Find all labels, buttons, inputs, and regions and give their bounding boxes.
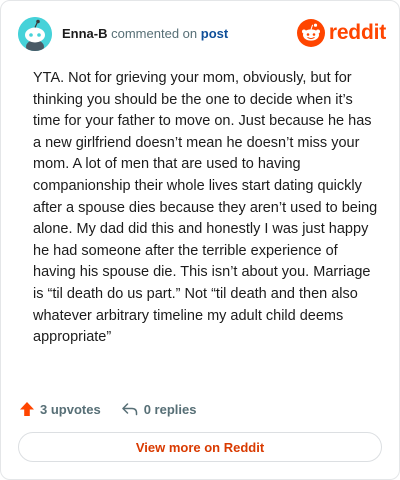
reply-button[interactable]: 0 replies <box>121 401 197 417</box>
comment-body: YTA. Not for grieving your mom, obviousl… <box>33 70 378 346</box>
post-link[interactable]: post <box>201 26 228 41</box>
upvote-arrow-icon <box>20 402 34 416</box>
reddit-logo-icon <box>296 19 325 47</box>
upvote-button[interactable]: 3 upvotes <box>19 401 101 417</box>
reddit-brand[interactable]: reddit <box>296 19 386 47</box>
byline: Enna-B commented on post <box>62 26 228 41</box>
reply-count: 0 replies <box>143 401 197 417</box>
view-more-on-reddit-button[interactable]: View more on Reddit <box>18 432 382 462</box>
reddit-wordmark: reddit <box>328 21 386 44</box>
comment-embed-card: Enna-B commented on post reddit YTA. Not… <box>0 0 400 480</box>
comment-actions: 3 upvotes 0 replies <box>19 399 196 419</box>
upvote-count: 3 upvotes <box>40 401 101 417</box>
username-link[interactable]: Enna-B <box>62 26 108 41</box>
byline-action-text: commented on <box>111 26 198 41</box>
reply-arrow-icon <box>121 403 137 416</box>
snoo-avatar-icon[interactable] <box>18 17 52 51</box>
comment-header: Enna-B commented on post reddit <box>18 17 386 51</box>
